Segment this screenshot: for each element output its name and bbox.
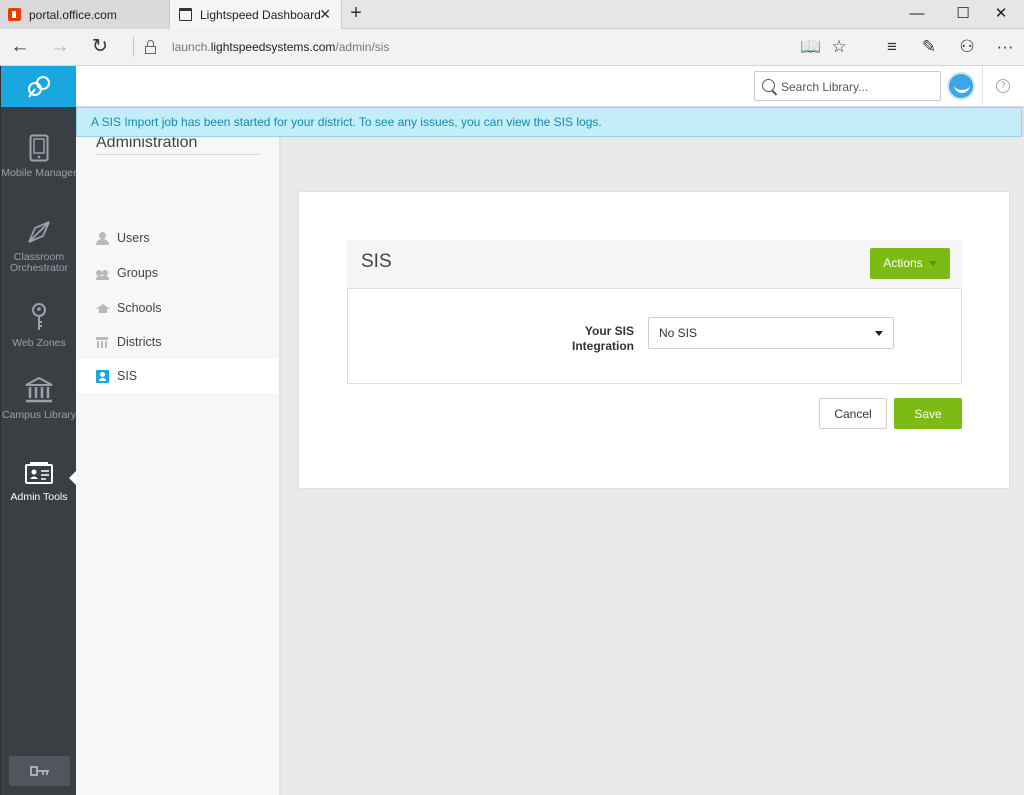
caret-down-icon <box>928 261 937 267</box>
actions-label: Actions <box>883 256 923 270</box>
sis-import-banner: A SIS Import job has been started for yo… <box>76 107 1022 137</box>
nav-label: Web Zones <box>12 337 66 349</box>
url-path: /admin/sis <box>335 40 390 54</box>
refresh-button[interactable]: ↻ <box>82 29 118 66</box>
minimize-button[interactable]: — <box>894 0 940 29</box>
sidebar-item-label: Users <box>117 231 150 245</box>
sidebar-title: Administration <box>96 137 198 151</box>
key-icon <box>32 303 46 330</box>
nav-campus-library[interactable]: Campus Library <box>1 376 77 421</box>
address-bar[interactable]: launch.lightspeedsystems.com/admin/sis <box>172 40 389 54</box>
url-prefix: launch. <box>172 40 211 54</box>
save-button[interactable]: Save <box>894 398 962 429</box>
sidebar-item-schools[interactable]: Schools <box>76 291 279 325</box>
sis-icon <box>96 369 109 383</box>
tab-lightspeed-dashboard[interactable]: Lightspeed Dashboard ✕ <box>170 0 342 29</box>
sis-integration-label: Your SIS Integration <box>572 324 634 353</box>
nav-label: Campus Library <box>1 409 77 421</box>
app-topbar: ? <box>76 66 1024 107</box>
tab-title: portal.office.com <box>29 7 117 22</box>
lightspeed-logo[interactable] <box>1 66 77 107</box>
user-icon <box>96 231 109 245</box>
browser-titlebar: portal.office.com Lightspeed Dashboard ✕… <box>0 0 1024 29</box>
sidebar-item-districts[interactable]: Districts <box>76 325 279 359</box>
nav-label: Admin Tools <box>10 491 68 503</box>
topbar-separator <box>982 66 983 107</box>
sidebar-item-label: Districts <box>117 335 162 349</box>
nav-label: Mobile Manager <box>1 167 77 179</box>
sidebar-item-groups[interactable]: Groups <box>76 256 279 290</box>
lightspeed-app: Mobile Manager Classroom Orchestrator We… <box>0 66 1024 795</box>
nav-label: Classroom Orchestrator <box>9 251 69 274</box>
close-window-button[interactable]: ✕ <box>978 0 1024 29</box>
sidebar-divider <box>96 154 260 155</box>
back-button[interactable]: ← <box>2 29 38 66</box>
sidebar-item-label: SIS <box>117 369 138 383</box>
nav-admin-tools[interactable]: Admin Tools <box>1 460 77 503</box>
school-icon <box>96 302 110 315</box>
search-library-box[interactable] <box>754 71 941 101</box>
page-favicon-icon <box>179 8 192 21</box>
sidebar-item-label: Groups <box>117 266 158 280</box>
lock-icon[interactable] <box>145 40 156 54</box>
sidebar-item-users[interactable]: Users <box>76 221 279 255</box>
sidebar-item-label: Schools <box>117 301 162 315</box>
admin-card-icon <box>25 462 53 484</box>
mobile-device-icon <box>29 134 49 162</box>
lightspeed-logo-icon <box>28 76 50 98</box>
tab-portal-office[interactable]: portal.office.com <box>0 0 170 29</box>
main-content: SIS Actions Your SIS Integration No SIS … <box>281 137 1024 795</box>
key-icon <box>30 766 49 776</box>
url-domain: lightspeedsystems.com <box>210 40 336 54</box>
sis-card: SIS Actions Your SIS Integration No SIS … <box>298 191 1010 489</box>
share-icon[interactable]: ⚇ <box>950 29 984 66</box>
sidebar-item-sis[interactable]: SIS <box>76 359 279 393</box>
favorite-star-icon[interactable]: ☆ <box>822 29 856 66</box>
hub-icon[interactable]: ≡ <box>875 29 909 66</box>
library-building-icon <box>25 376 53 403</box>
admin-sidebar: Administration Users Groups Schools Dist… <box>76 137 280 795</box>
compass-icon <box>28 221 50 243</box>
more-icon[interactable]: ··· <box>988 29 1022 66</box>
nav-web-zones[interactable]: Web Zones <box>1 302 77 349</box>
group-icon <box>96 267 109 280</box>
left-nav: Mobile Manager Classroom Orchestrator We… <box>0 66 77 795</box>
sis-integration-select[interactable]: No SIS <box>648 317 894 349</box>
close-tab-icon[interactable]: ✕ <box>319 6 331 23</box>
page-title: SIS <box>361 251 392 272</box>
browser-navbar: ← → ↻ launch.lightspeedsystems.com/admin… <box>0 29 1024 66</box>
address-separator <box>133 37 134 57</box>
sis-panel-header: SIS Actions <box>347 240 962 288</box>
web-note-icon[interactable]: ✎ <box>912 29 946 66</box>
license-key-button[interactable] <box>9 756 70 786</box>
forward-button[interactable]: → <box>42 29 78 66</box>
district-icon <box>96 336 109 349</box>
nav-classroom-orchestrator[interactable]: Classroom Orchestrator <box>1 218 77 274</box>
actions-button[interactable]: Actions <box>870 248 950 279</box>
dropdown-arrow-icon <box>875 331 883 336</box>
select-value: No SIS <box>659 326 698 340</box>
nav-mobile-manager[interactable]: Mobile Manager <box>1 134 77 179</box>
office-favicon-icon <box>8 8 21 21</box>
sis-panel-body: Your SIS Integration No SIS <box>347 288 962 384</box>
search-icon <box>762 79 775 92</box>
tab-title: Lightspeed Dashboard <box>200 7 321 22</box>
new-tab-button[interactable]: + <box>346 2 366 25</box>
avatar[interactable] <box>947 72 975 100</box>
help-icon[interactable]: ? <box>996 79 1010 93</box>
search-input[interactable] <box>781 78 936 95</box>
cancel-button[interactable]: Cancel <box>819 398 887 429</box>
